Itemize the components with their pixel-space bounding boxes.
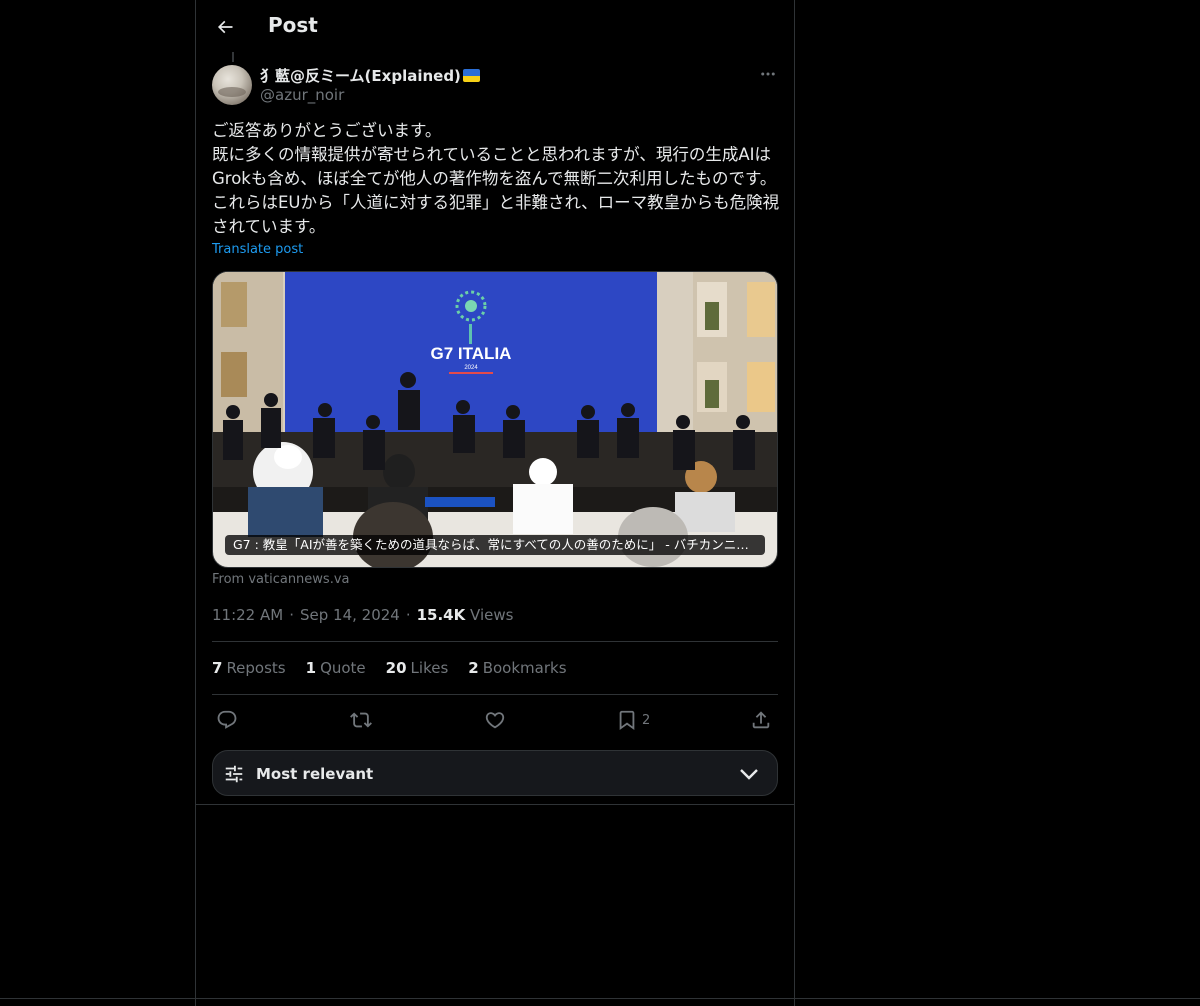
back-button[interactable]: [208, 10, 242, 44]
bookmarks-stat[interactable]: 2 Bookmarks: [468, 659, 566, 677]
bookmark-button[interactable]: 2: [616, 706, 650, 734]
reposts-label: Reposts: [226, 659, 286, 677]
divider: [212, 694, 778, 695]
bottom-divider: [0, 998, 1200, 999]
avatar[interactable]: [212, 65, 252, 105]
sliders-icon: [225, 765, 243, 783]
likes-stat[interactable]: 20 Likes: [386, 659, 449, 677]
banner-title: G7 ITALIA: [431, 344, 512, 363]
reposts-count: 7: [212, 659, 223, 677]
likes-count: 20: [385, 659, 407, 677]
card-caption: G7 : 教皇「AIが善を築くための道具ならば、常にすべての人の善のために」 -…: [225, 535, 765, 555]
post-actions: 2: [212, 706, 778, 734]
arrow-left-icon: [217, 20, 233, 34]
meta-separator: ·: [405, 606, 411, 624]
primary-column: Post 犭藍@反ミーム(Explained) @azur_noir ご返答あり…: [195, 0, 795, 1006]
author-display-name: 犭藍@反ミーム(Explained): [260, 67, 461, 85]
link-preview-card[interactable]: G7 ITALIA 2024 G7: 教皇「AIが善を築くための道具ならば、常…: [212, 271, 778, 568]
bookmark-count: 2: [642, 712, 651, 728]
post-time[interactable]: 11:22 AM: [212, 606, 283, 624]
quotes-label: Quote: [320, 659, 366, 677]
page-title: Post: [268, 13, 318, 37]
bookmarks-label: Bookmarks: [482, 659, 567, 677]
repost-icon: [350, 712, 372, 728]
banner-year: 2024: [464, 365, 478, 371]
author-name[interactable]: 犭藍@反ミーム(Explained): [260, 65, 480, 86]
share-icon: [752, 711, 770, 729]
reposts-stat[interactable]: 7 Reposts: [212, 659, 286, 677]
post-meta: 11:22 AM · Sep 14, 2024 · 15.4K Views: [212, 606, 513, 624]
views-label: Views: [470, 606, 514, 624]
reply-button[interactable]: [216, 706, 238, 734]
translate-post-link[interactable]: Translate post: [212, 242, 303, 257]
bookmarks-count: 2: [468, 659, 479, 677]
views-count: 15.4K: [416, 606, 466, 624]
section-divider: [196, 804, 794, 805]
like-button[interactable]: [484, 706, 506, 734]
author-handle[interactable]: @azur_noir: [260, 86, 344, 104]
sort-label: Most relevant: [256, 765, 374, 783]
likes-label: Likes: [410, 659, 449, 677]
reply-icon: [217, 710, 237, 729]
heart-icon: [485, 712, 505, 729]
post-date[interactable]: Sep 14, 2024: [300, 606, 400, 624]
meta-separator: ·: [289, 606, 294, 624]
quotes-stat[interactable]: 1 Quote: [306, 659, 366, 677]
ukraine-flag-icon: [462, 69, 480, 82]
bookmark-icon: [619, 710, 635, 731]
divider: [212, 641, 778, 642]
share-button[interactable]: [750, 706, 772, 734]
card-source[interactable]: From vaticannews.va: [212, 572, 350, 587]
thread-connector-line: [232, 52, 234, 62]
chevron-down-icon: [740, 769, 758, 780]
post-text: ご返答ありがとうございます。 既に多くの情報提供が寄せられていることと思われます…: [212, 121, 780, 236]
more-horizontal-icon: [761, 72, 775, 76]
page-header: Post: [196, 0, 794, 53]
replies-sort-dropdown[interactable]: Most relevant: [212, 750, 778, 796]
quotes-count: 1: [305, 659, 317, 677]
repost-button[interactable]: [350, 706, 372, 734]
engagement-stats: 7 Reposts 1 Quote 20 Likes 2 Bookmarks: [212, 659, 567, 677]
more-options-button[interactable]: [756, 62, 780, 86]
card-image: G7 ITALIA 2024: [213, 272, 777, 567]
